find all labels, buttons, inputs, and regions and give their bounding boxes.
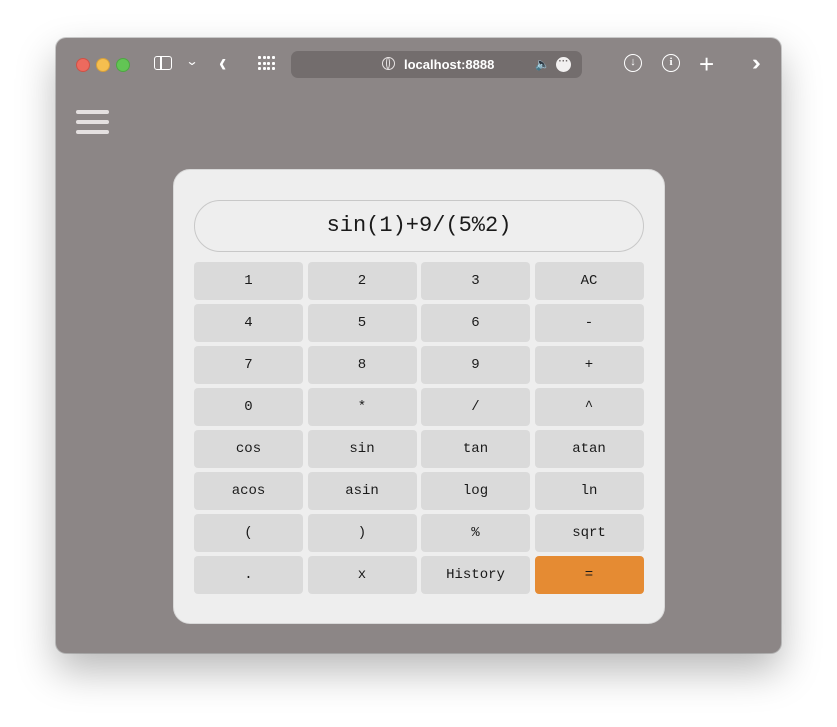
key-2-button[interactable]: 2 xyxy=(307,262,417,300)
key-ln-button[interactable]: ln xyxy=(534,472,644,510)
globe-icon xyxy=(382,57,395,70)
double-chevron-icon[interactable]: ›› xyxy=(752,50,760,76)
browser-window: ⌄ ‹ localhost:8888 🔈 ··· ↓ i + ›› sin(1)… xyxy=(56,38,781,653)
key-plus-button[interactable]: + xyxy=(534,346,644,384)
chevron-down-icon[interactable]: ⌄ xyxy=(185,54,198,68)
key-close-paren-button[interactable]: ) xyxy=(307,514,417,552)
zoom-window-button[interactable] xyxy=(116,58,130,72)
key-open-paren-button[interactable]: ( xyxy=(194,514,303,552)
key-tan-button[interactable]: tan xyxy=(421,430,530,468)
key-4-button[interactable]: 4 xyxy=(194,304,303,342)
key-log-button[interactable]: log xyxy=(421,472,530,510)
key-decimal-button[interactable]: . xyxy=(194,556,303,594)
browser-toolbar: ⌄ ‹ localhost:8888 🔈 ··· ↓ i + ›› xyxy=(56,38,781,90)
key-5-button[interactable]: 5 xyxy=(307,304,417,342)
key-9-button[interactable]: 9 xyxy=(421,346,530,384)
calculator-display[interactable]: sin(1)+9/(5%2) xyxy=(194,200,644,252)
key-sqrt-button[interactable]: sqrt xyxy=(534,514,644,552)
key-x-button[interactable]: x xyxy=(307,556,417,594)
calculator-panel: sin(1)+9/(5%2) 1 2 3 AC 4 5 6- 7 8 9 +0 * / ^ cos sin ta… xyxy=(173,169,665,624)
key-0-button[interactable]: 0 xyxy=(194,388,303,426)
hamburger-menu-icon[interactable] xyxy=(76,110,109,134)
info-icon[interactable]: i xyxy=(662,54,680,72)
key-8-button[interactable]: 8 xyxy=(307,346,417,384)
key-asin-button[interactable]: asin xyxy=(307,472,417,510)
key-3-button[interactable]: 3 xyxy=(421,262,530,300)
key-atan-button[interactable]: atan xyxy=(534,430,644,468)
key-acos-button[interactable]: acos xyxy=(194,472,303,510)
back-arrow-icon[interactable]: ‹ xyxy=(219,47,226,78)
url-text[interactable]: localhost:8888 xyxy=(404,57,494,72)
key-cos-button[interactable]: cos xyxy=(194,430,303,468)
close-window-button[interactable] xyxy=(76,58,90,72)
minimize-window-button[interactable] xyxy=(96,58,110,72)
key-1-button[interactable]: 1 xyxy=(194,262,303,300)
key-power-button[interactable]: ^ xyxy=(534,388,644,426)
key-divide-button[interactable]: / xyxy=(421,388,530,426)
key-sin-button[interactable]: sin xyxy=(307,430,417,468)
key-minus-button[interactable]: - xyxy=(534,304,644,342)
speaker-icon[interactable]: 🔈 xyxy=(535,57,550,71)
calculator-keypad: 1 2 3 AC 4 5 6- 7 8 9 +0 * / ^ cos sin tan atan acos asin lo… xyxy=(194,262,644,594)
key-history-button[interactable]: History xyxy=(421,556,530,594)
plus-icon[interactable]: + xyxy=(699,49,714,80)
key-ac-button[interactable]: AC xyxy=(534,262,644,300)
more-icon[interactable]: ··· xyxy=(556,57,571,72)
tab-overview-icon[interactable] xyxy=(258,56,275,71)
key-7-button[interactable]: 7 xyxy=(194,346,303,384)
sidebar-icon[interactable] xyxy=(154,56,172,70)
key-modulo-button[interactable]: % xyxy=(421,514,530,552)
download-icon[interactable]: ↓ xyxy=(624,54,642,72)
key-multiply-button[interactable]: * xyxy=(307,388,417,426)
key-equals-button[interactable]: = xyxy=(534,556,644,594)
key-6-button[interactable]: 6 xyxy=(421,304,530,342)
address-bar[interactable]: localhost:8888 🔈 ··· xyxy=(291,51,582,78)
